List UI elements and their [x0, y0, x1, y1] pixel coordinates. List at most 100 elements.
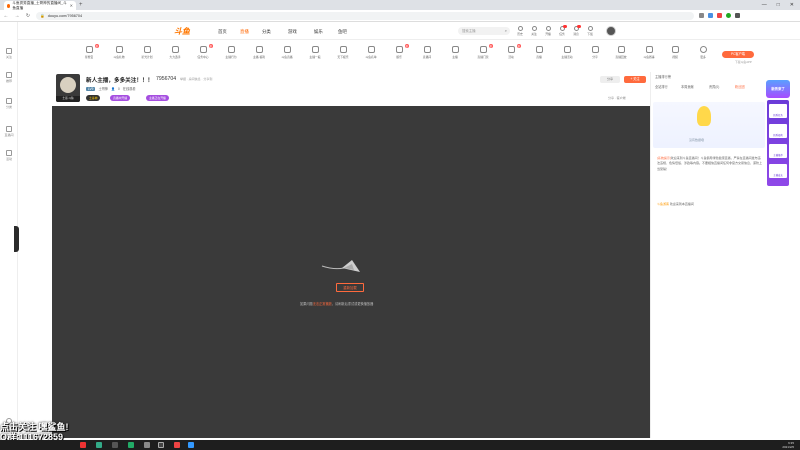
- category-item[interactable]: 斗鱼赛事: [638, 46, 660, 59]
- category-item[interactable]: 主播·福利: [248, 46, 270, 59]
- nav-game[interactable]: 游戏: [288, 29, 297, 35]
- category-item[interactable]: 天下娱乐: [332, 46, 354, 59]
- category-item[interactable]: 主播行为: [220, 46, 242, 59]
- nav-live[interactable]: 直播: [240, 29, 249, 35]
- extension-icon[interactable]: [708, 13, 713, 18]
- message-button[interactable]: 消息: [570, 25, 582, 36]
- extension-icon[interactable]: [717, 13, 722, 18]
- flag-icon: [507, 46, 515, 53]
- category-item[interactable]: 新星粉宝: [78, 44, 100, 59]
- taskbar-app-icon[interactable]: [96, 442, 102, 448]
- category-item[interactable]: 斗鱼名单: [360, 46, 382, 59]
- taskbar-app-icon[interactable]: [128, 442, 134, 448]
- taskbar-app-icon[interactable]: [112, 442, 118, 448]
- category-item[interactable]: 新直播门票: [472, 44, 494, 59]
- taskbar-app-icon[interactable]: [144, 442, 150, 448]
- search-icon[interactable]: ⌕: [505, 27, 507, 35]
- category-item[interactable]: 斗鱼礼物: [108, 46, 130, 59]
- room-header: 土哥·斗鱼 新人主播，多多关注！！！ 7956704 举报 · 房间信息 · 分…: [52, 72, 650, 106]
- task-button[interactable]: 任务: [556, 25, 568, 36]
- tab-vip[interactable]: 贵宾(0): [709, 84, 719, 89]
- user-avatar[interactable]: [606, 26, 616, 36]
- sidebar-collapse-handle[interactable]: [14, 226, 19, 252]
- room-report-links[interactable]: 举报 · 房间信息 · 分享到: [180, 77, 212, 81]
- promo-item[interactable]: 新秀福利: [769, 124, 787, 138]
- more-icon: [699, 46, 707, 53]
- category-item[interactable]: 新活动: [500, 44, 522, 59]
- pin-icon: [587, 26, 593, 31]
- category-item[interactable]: 直播间: [416, 46, 438, 59]
- promo-item[interactable]: 主播成长: [769, 164, 787, 178]
- sidebar-item-recommend[interactable]: 推荐: [0, 72, 18, 83]
- category-item[interactable]: 视频: [664, 46, 686, 59]
- system-clock[interactable]: 9:35 2021/2/6: [782, 441, 794, 449]
- promo-item[interactable]: 主播推荐: [769, 144, 787, 158]
- anchor-avatar[interactable]: 土哥·斗鱼: [56, 74, 80, 102]
- category-more[interactable]: 更多: [692, 46, 714, 59]
- follow-button[interactable]: + 关注: [624, 76, 646, 83]
- tab-rank-week[interactable]: 本周贡献: [681, 84, 694, 89]
- forward-icon[interactable]: →: [14, 13, 20, 19]
- share-button[interactable]: 分享: [600, 76, 620, 83]
- promo-title[interactable]: 新秀来了: [766, 80, 790, 98]
- status-badge[interactable]: 主播正在开播: [146, 95, 169, 101]
- bookmark-star-icon[interactable]: [699, 13, 704, 18]
- anchor-badge[interactable]: 土哥神: [86, 95, 101, 101]
- clock-icon: [517, 26, 523, 31]
- category-item[interactable]: 新任务中心: [192, 44, 214, 59]
- close-window-button[interactable]: ✕: [790, 2, 794, 8]
- category-item[interactable]: 大力选手: [164, 46, 186, 59]
- category-item[interactable]: 星光计划: [136, 46, 158, 59]
- fans-count: 0: [117, 86, 120, 91]
- category-item[interactable]: 斗鱼直播: [276, 46, 298, 59]
- nav-yuba[interactable]: 鱼吧: [338, 29, 347, 35]
- taskbar-app-icon[interactable]: [188, 442, 194, 448]
- sidebar-item-follow[interactable]: 关注: [0, 48, 18, 59]
- anchor-name[interactable]: 土哥神: [98, 86, 108, 91]
- profile-icon[interactable]: [726, 13, 731, 18]
- sidebar-item-activity[interactable]: 活动: [0, 150, 18, 161]
- minimize-button[interactable]: —: [762, 2, 767, 8]
- tab-rank-all[interactable]: 全站排行: [655, 84, 668, 89]
- browser-tab-title: 斗鱼秀秀直播_土哥神的直播间_斗鱼直播: [12, 0, 67, 10]
- menu-icon[interactable]: [735, 13, 740, 18]
- category-item[interactable]: 主播一般: [304, 46, 326, 59]
- category-item[interactable]: 主播活动: [556, 46, 578, 59]
- app-download-link[interactable]: 下载斗鱼APP: [735, 60, 752, 64]
- download-button[interactable]: 下载: [584, 26, 596, 36]
- douyu-logo[interactable]: 斗鱼: [174, 26, 190, 37]
- pc-client-button[interactable]: PC客户端: [722, 51, 754, 58]
- douyu-favicon-icon: [7, 3, 11, 8]
- category-item[interactable]: 主播: [444, 46, 466, 59]
- sidebar-item-room[interactable]: 直播间: [0, 126, 18, 137]
- maximize-button[interactable]: □: [777, 2, 780, 8]
- follow-list-button[interactable]: 关注: [528, 26, 540, 36]
- tab-fans[interactable]: 粉丝团: [735, 84, 745, 89]
- nav-home[interactable]: 首页: [218, 29, 227, 35]
- address-bar[interactable]: 🔒 douyu.com/7956704: [36, 11, 694, 20]
- taskbar-app-icon[interactable]: [174, 442, 180, 448]
- category-item[interactable]: 直播: [528, 46, 550, 59]
- search-input[interactable]: 搜索主播 ⌕: [458, 27, 510, 35]
- status-badge[interactable]: 直播中开播: [110, 95, 130, 101]
- close-tab-icon[interactable]: ✕: [70, 3, 73, 8]
- history-button[interactable]: 历史: [514, 26, 526, 36]
- category-item[interactable]: 直播回放: [610, 46, 632, 59]
- category-item[interactable]: 新娱乐: [388, 44, 410, 59]
- taskbar-app-icon[interactable]: [158, 442, 164, 448]
- retry-button[interactable]: 重新加载: [336, 283, 364, 292]
- hot-label: 在线观看: [122, 87, 136, 91]
- taskbar-app-icon[interactable]: [80, 442, 86, 448]
- nav-entertainment[interactable]: 娱乐: [314, 29, 323, 35]
- back-icon[interactable]: ←: [3, 13, 9, 19]
- reload-icon[interactable]: ↻: [25, 13, 31, 19]
- replay-icon: [617, 46, 625, 53]
- category-item[interactable]: 分享: [584, 46, 606, 59]
- promo-item[interactable]: 新秀任务: [769, 104, 787, 118]
- start-live-button[interactable]: 开播: [542, 26, 554, 36]
- sidebar-item-category[interactable]: 分类: [0, 98, 18, 109]
- room-tools[interactable]: 分享 · 客户端: [608, 96, 626, 100]
- new-tab-button[interactable]: +: [79, 2, 83, 8]
- nav-category[interactable]: 分类: [262, 29, 271, 35]
- browser-tab[interactable]: 斗鱼秀秀直播_土哥神的直播间_斗鱼直播 ✕: [4, 1, 76, 10]
